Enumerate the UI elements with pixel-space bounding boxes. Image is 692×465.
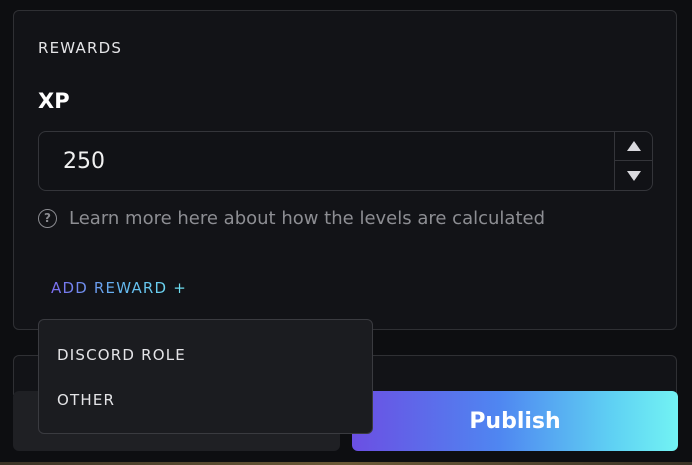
add-reward-button[interactable]: ADD REWARD + <box>51 279 187 297</box>
arrow-up-icon <box>626 141 641 151</box>
dropdown-item-discord-role[interactable]: DISCORD ROLE <box>57 346 186 364</box>
xp-input-container <box>38 131 653 191</box>
increment-button[interactable] <box>615 132 652 161</box>
publish-button[interactable]: Publish <box>352 391 678 451</box>
arrow-down-icon <box>626 170 641 181</box>
xp-input[interactable] <box>39 132 609 190</box>
reward-type-dropdown: DISCORD ROLE OTHER <box>38 319 373 434</box>
decrement-button[interactable] <box>615 161 652 190</box>
rewards-section-title: REWARDS <box>38 39 123 57</box>
xp-label: XP <box>38 89 70 113</box>
levels-help-link[interactable]: Learn more here about how the levels are… <box>69 208 545 229</box>
question-circle-icon: ? <box>38 208 57 228</box>
help-row: ? Learn more here about how the levels a… <box>38 207 545 229</box>
xp-stepper <box>614 132 652 190</box>
rewards-panel: REWARDS XP ? Learn more here about how t… <box>13 10 677 330</box>
dropdown-item-other[interactable]: OTHER <box>57 391 115 409</box>
